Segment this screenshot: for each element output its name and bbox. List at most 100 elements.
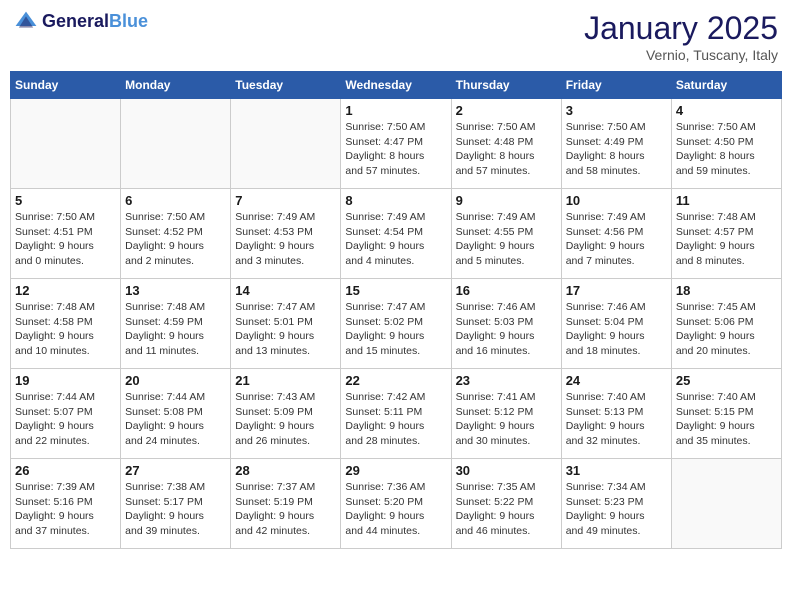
day-number: 10: [566, 193, 667, 208]
day-info: Sunrise: 7:47 AM Sunset: 5:01 PM Dayligh…: [235, 300, 336, 359]
calendar-cell: 3 Sunrise: 7:50 AM Sunset: 4:49 PM Daylig…: [561, 99, 671, 189]
day-number: 24: [566, 373, 667, 388]
calendar-cell: 22Sunrise: 7:42 AM Sunset: 5:11 PM Dayli…: [341, 369, 451, 459]
day-number: 1: [345, 103, 446, 118]
day-info: Sunrise: 7:35 AM Sunset: 5:22 PM Dayligh…: [456, 480, 557, 539]
day-number: 31: [566, 463, 667, 478]
calendar-cell: 8 Sunrise: 7:49 AM Sunset: 4:54 PM Daylig…: [341, 189, 451, 279]
day-number: 28: [235, 463, 336, 478]
day-info: Sunrise: 7:46 AM Sunset: 5:04 PM Dayligh…: [566, 300, 667, 359]
calendar-cell: [11, 99, 121, 189]
calendar-cell: 15Sunrise: 7:47 AM Sunset: 5:02 PM Dayli…: [341, 279, 451, 369]
calendar-cell: 18 Sunrise: 7:45 AM Sunset: 5:06 PM Dayli…: [671, 279, 781, 369]
calendar-cell: 6 Sunrise: 7:50 AM Sunset: 4:52 PM Daylig…: [121, 189, 231, 279]
day-info: Sunrise: 7:50 AM Sunset: 4:47 PM Dayligh…: [345, 120, 446, 179]
calendar-cell: 13Sunrise: 7:48 AM Sunset: 4:59 PM Dayli…: [121, 279, 231, 369]
day-info: Sunrise: 7:36 AM Sunset: 5:20 PM Dayligh…: [345, 480, 446, 539]
calendar-cell: 16 Sunrise: 7:46 AM Sunset: 5:03 PM Dayli…: [451, 279, 561, 369]
day-info: Sunrise: 7:48 AM Sunset: 4:57 PM Dayligh…: [676, 210, 777, 269]
day-info: Sunrise: 7:50 AM Sunset: 4:50 PM Dayligh…: [676, 120, 777, 179]
calendar-table: SundayMondayTuesdayWednesdayThursdayFrid…: [10, 71, 782, 549]
day-info: Sunrise: 7:43 AM Sunset: 5:09 PM Dayligh…: [235, 390, 336, 449]
day-number: 7: [235, 193, 336, 208]
calendar-cell: 30Sunrise: 7:35 AM Sunset: 5:22 PM Dayli…: [451, 459, 561, 549]
day-number: 8: [345, 193, 446, 208]
day-info: Sunrise: 7:49 AM Sunset: 4:55 PM Dayligh…: [456, 210, 557, 269]
calendar-cell: 14 Sunrise: 7:47 AM Sunset: 5:01 PM Dayli…: [231, 279, 341, 369]
calendar-cell: 23 Sunrise: 7:41 AM Sunset: 5:12 PM Dayli…: [451, 369, 561, 459]
week-row-2: 5 Sunrise: 7:50 AM Sunset: 4:51 PM Daylig…: [11, 189, 782, 279]
weekday-header-tuesday: Tuesday: [231, 72, 341, 99]
day-info: Sunrise: 7:47 AM Sunset: 5:02 PM Dayligh…: [345, 300, 446, 359]
day-info: Sunrise: 7:44 AM Sunset: 5:07 PM Dayligh…: [15, 390, 116, 449]
day-info: Sunrise: 7:39 AM Sunset: 5:16 PM Dayligh…: [15, 480, 116, 539]
day-number: 3: [566, 103, 667, 118]
calendar-cell: [231, 99, 341, 189]
day-number: 5: [15, 193, 116, 208]
day-number: 12: [15, 283, 116, 298]
day-info: Sunrise: 7:40 AM Sunset: 5:13 PM Dayligh…: [566, 390, 667, 449]
page-header: GeneralBlue January 2025 Vernio, Tuscany…: [10, 10, 782, 63]
calendar-cell: 29 Sunrise: 7:36 AM Sunset: 5:20 PM Dayli…: [341, 459, 451, 549]
calendar-cell: 21 Sunrise: 7:43 AM Sunset: 5:09 PM Dayli…: [231, 369, 341, 459]
weekday-header-saturday: Saturday: [671, 72, 781, 99]
calendar-cell: 17 Sunrise: 7:46 AM Sunset: 5:04 PM Dayli…: [561, 279, 671, 369]
day-info: Sunrise: 7:50 AM Sunset: 4:52 PM Dayligh…: [125, 210, 226, 269]
day-info: Sunrise: 7:48 AM Sunset: 4:59 PM Dayligh…: [125, 300, 226, 359]
week-row-4: 19 Sunrise: 7:44 AM Sunset: 5:07 PM Dayli…: [11, 369, 782, 459]
day-info: Sunrise: 7:34 AM Sunset: 5:23 PM Dayligh…: [566, 480, 667, 539]
location: Vernio, Tuscany, Italy: [584, 47, 778, 63]
weekday-header-thursday: Thursday: [451, 72, 561, 99]
month-title: January 2025: [584, 10, 778, 47]
day-number: 6: [125, 193, 226, 208]
calendar-cell: 2Sunrise: 7:50 AM Sunset: 4:48 PM Daylig…: [451, 99, 561, 189]
day-info: Sunrise: 7:45 AM Sunset: 5:06 PM Dayligh…: [676, 300, 777, 359]
day-info: Sunrise: 7:46 AM Sunset: 5:03 PM Dayligh…: [456, 300, 557, 359]
week-row-3: 12 Sunrise: 7:48 AM Sunset: 4:58 PM Dayli…: [11, 279, 782, 369]
calendar-cell: 1 Sunrise: 7:50 AM Sunset: 4:47 PM Daylig…: [341, 99, 451, 189]
day-info: Sunrise: 7:37 AM Sunset: 5:19 PM Dayligh…: [235, 480, 336, 539]
week-row-5: 26Sunrise: 7:39 AM Sunset: 5:16 PM Dayli…: [11, 459, 782, 549]
day-number: 20: [125, 373, 226, 388]
day-number: 9: [456, 193, 557, 208]
calendar-cell: 31 Sunrise: 7:34 AM Sunset: 5:23 PM Dayli…: [561, 459, 671, 549]
day-info: Sunrise: 7:41 AM Sunset: 5:12 PM Dayligh…: [456, 390, 557, 449]
weekday-header-friday: Friday: [561, 72, 671, 99]
calendar-cell: 28 Sunrise: 7:37 AM Sunset: 5:19 PM Dayli…: [231, 459, 341, 549]
calendar-cell: 4 Sunrise: 7:50 AM Sunset: 4:50 PM Daylig…: [671, 99, 781, 189]
day-info: Sunrise: 7:50 AM Sunset: 4:49 PM Dayligh…: [566, 120, 667, 179]
day-info: Sunrise: 7:50 AM Sunset: 4:51 PM Dayligh…: [15, 210, 116, 269]
day-info: Sunrise: 7:42 AM Sunset: 5:11 PM Dayligh…: [345, 390, 446, 449]
weekday-header-monday: Monday: [121, 72, 231, 99]
day-number: 16: [456, 283, 557, 298]
day-number: 25: [676, 373, 777, 388]
calendar-cell: 11 Sunrise: 7:48 AM Sunset: 4:57 PM Dayli…: [671, 189, 781, 279]
day-number: 18: [676, 283, 777, 298]
day-number: 14: [235, 283, 336, 298]
calendar-cell: 12 Sunrise: 7:48 AM Sunset: 4:58 PM Dayli…: [11, 279, 121, 369]
day-number: 21: [235, 373, 336, 388]
calendar-cell: 24 Sunrise: 7:40 AM Sunset: 5:13 PM Dayli…: [561, 369, 671, 459]
title-block: January 2025 Vernio, Tuscany, Italy: [584, 10, 778, 63]
day-info: Sunrise: 7:49 AM Sunset: 4:54 PM Dayligh…: [345, 210, 446, 269]
day-number: 19: [15, 373, 116, 388]
day-info: Sunrise: 7:40 AM Sunset: 5:15 PM Dayligh…: [676, 390, 777, 449]
calendar-cell: 26Sunrise: 7:39 AM Sunset: 5:16 PM Dayli…: [11, 459, 121, 549]
logo-text: GeneralBlue: [42, 12, 148, 32]
calendar-cell: 27Sunrise: 7:38 AM Sunset: 5:17 PM Dayli…: [121, 459, 231, 549]
day-number: 4: [676, 103, 777, 118]
calendar-cell: 19 Sunrise: 7:44 AM Sunset: 5:07 PM Dayli…: [11, 369, 121, 459]
day-number: 17: [566, 283, 667, 298]
day-number: 23: [456, 373, 557, 388]
calendar-cell: [671, 459, 781, 549]
day-number: 11: [676, 193, 777, 208]
day-info: Sunrise: 7:50 AM Sunset: 4:48 PM Dayligh…: [456, 120, 557, 179]
day-info: Sunrise: 7:49 AM Sunset: 4:56 PM Dayligh…: [566, 210, 667, 269]
weekday-header-row: SundayMondayTuesdayWednesdayThursdayFrid…: [11, 72, 782, 99]
week-row-1: 1 Sunrise: 7:50 AM Sunset: 4:47 PM Daylig…: [11, 99, 782, 189]
logo-icon: [14, 10, 38, 34]
weekday-header-sunday: Sunday: [11, 72, 121, 99]
day-number: 29: [345, 463, 446, 478]
calendar-cell: 25 Sunrise: 7:40 AM Sunset: 5:15 PM Dayli…: [671, 369, 781, 459]
day-info: Sunrise: 7:48 AM Sunset: 4:58 PM Dayligh…: [15, 300, 116, 359]
